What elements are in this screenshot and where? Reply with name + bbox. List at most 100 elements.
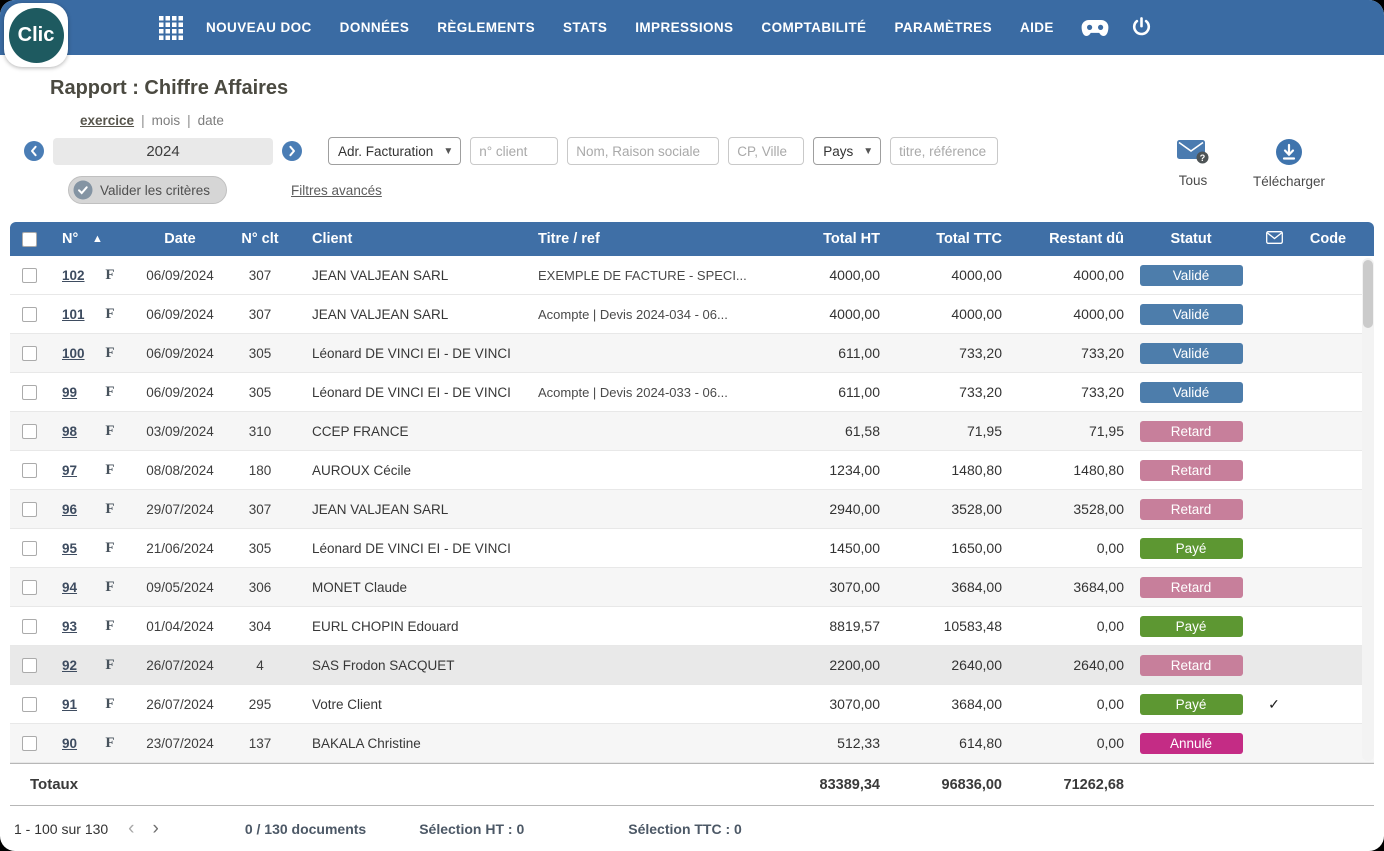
header-client-number[interactable]: N° clt: [232, 231, 288, 247]
client-number: 305: [232, 541, 288, 556]
total-ttc-value: 4000,00: [886, 267, 1008, 283]
invoice-number-link[interactable]: 100: [62, 346, 85, 361]
total-ht-value: 1234,00: [770, 462, 886, 478]
next-year-button[interactable]: [282, 141, 302, 161]
tab-date[interactable]: date: [198, 113, 224, 128]
table-row[interactable]: 101 F 06/09/2024 307 JEAN VALJEAN SARL A…: [10, 295, 1374, 334]
country-select[interactable]: Pays ▼: [813, 137, 881, 165]
table-row[interactable]: 90 F 23/07/2024 137 BAKALA Christine 512…: [10, 724, 1374, 763]
table-row[interactable]: 93 F 01/04/2024 304 EURL CHOPIN Edouard …: [10, 607, 1374, 646]
row-checkbox[interactable]: [22, 346, 37, 361]
row-checkbox[interactable]: [22, 424, 37, 439]
header-total-ttc[interactable]: Total TTC: [886, 231, 1008, 247]
header-code[interactable]: Code: [1296, 231, 1360, 247]
table-row[interactable]: 92 F 26/07/2024 4 SAS Frodon SACQUET 220…: [10, 646, 1374, 685]
table-row[interactable]: 94 F 09/05/2024 306 MONET Claude 3070,00…: [10, 568, 1374, 607]
header-remaining[interactable]: Restant dû: [1008, 231, 1130, 247]
row-checkbox[interactable]: [22, 463, 37, 478]
table-row[interactable]: 99 F 06/09/2024 305 Léonard DE VINCI EI …: [10, 373, 1374, 412]
client-number: 304: [232, 619, 288, 634]
menu-nouveau-doc[interactable]: NOUVEAU DOC: [206, 20, 312, 35]
header-mail-envelope-icon[interactable]: [1252, 231, 1296, 248]
advanced-filters-link[interactable]: Filtres avancés: [291, 183, 382, 198]
chevron-left-icon[interactable]: ‹: [128, 819, 134, 838]
row-checkbox[interactable]: [22, 502, 37, 517]
invoice-number-link[interactable]: 94: [62, 580, 77, 595]
invoice-type-icon: F: [92, 696, 128, 713]
row-checkbox[interactable]: [22, 268, 37, 283]
invoice-number-link[interactable]: 101: [62, 307, 85, 322]
row-checkbox[interactable]: [22, 736, 37, 751]
invoice-number-link[interactable]: 97: [62, 463, 77, 478]
tab-mois[interactable]: mois: [152, 113, 181, 128]
scrollbar-thumb[interactable]: [1363, 260, 1373, 328]
client-name-input[interactable]: [567, 137, 719, 165]
menu-donnees[interactable]: DONNÉES: [340, 20, 410, 35]
menu-aide[interactable]: AIDE: [1020, 20, 1054, 35]
validate-criteria-button[interactable]: Valider les critères: [68, 176, 227, 204]
table-row[interactable]: 91 F 26/07/2024 295 Votre Client 3070,00…: [10, 685, 1374, 724]
invoice-number-link[interactable]: 99: [62, 385, 77, 400]
header-number[interactable]: N°: [48, 231, 92, 247]
menu-stats[interactable]: STATS: [563, 20, 607, 35]
table-row[interactable]: 100 F 06/09/2024 305 Léonard DE VINCI EI…: [10, 334, 1374, 373]
row-checkbox[interactable]: [22, 541, 37, 556]
table-row[interactable]: 97 F 08/08/2024 180 AUROUX Cécile 1234,0…: [10, 451, 1374, 490]
tab-separator: |: [141, 113, 145, 128]
client-name: CCEP FRANCE: [288, 424, 514, 439]
invoice-number-link[interactable]: 102: [62, 268, 85, 283]
table-row[interactable]: 98 F 03/09/2024 310 CCEP FRANCE 61,58 71…: [10, 412, 1374, 451]
row-checkbox[interactable]: [22, 658, 37, 673]
header-status[interactable]: Statut: [1130, 231, 1252, 247]
header-total-ht[interactable]: Total HT: [770, 231, 886, 247]
row-checkbox[interactable]: [22, 385, 37, 400]
download-button[interactable]: Télécharger: [1244, 138, 1334, 189]
header-date[interactable]: Date: [128, 231, 232, 247]
filter-row: Adr. Facturation ▼ Pays ▼: [24, 137, 998, 165]
documents-count: 0 / 130 documents: [245, 821, 366, 837]
row-checkbox[interactable]: [22, 619, 37, 634]
invoice-number-link[interactable]: 93: [62, 619, 77, 634]
total-ht-value: 3070,00: [770, 579, 886, 595]
row-checkbox[interactable]: [22, 307, 37, 322]
mail-all-button[interactable]: ? Tous: [1160, 138, 1226, 188]
table-row[interactable]: 102 F 06/09/2024 307 JEAN VALJEAN SARL E…: [10, 256, 1374, 295]
status-badge: Payé: [1140, 616, 1243, 637]
header-title-ref[interactable]: Titre / ref: [514, 231, 770, 247]
header-client[interactable]: Client: [288, 231, 514, 247]
address-type-select[interactable]: Adr. Facturation ▼: [328, 137, 461, 165]
invoice-type-icon: F: [92, 540, 128, 557]
app-logo-button[interactable]: Clic: [9, 8, 64, 63]
menu-impressions[interactable]: IMPRESSIONS: [635, 20, 733, 35]
row-checkbox[interactable]: [22, 580, 37, 595]
invoice-number-link[interactable]: 95: [62, 541, 77, 556]
menu-reglements[interactable]: RÈGLEMENTS: [437, 20, 535, 35]
invoice-number-link[interactable]: 91: [62, 697, 77, 712]
year-input[interactable]: [53, 138, 273, 165]
table-row[interactable]: 96 F 29/07/2024 307 JEAN VALJEAN SARL 29…: [10, 490, 1374, 529]
city-input[interactable]: [728, 137, 804, 165]
select-all-checkbox[interactable]: [22, 232, 37, 247]
client-name: JEAN VALJEAN SARL: [288, 502, 514, 517]
invoice-number-link[interactable]: 92: [62, 658, 77, 673]
menu-parametres[interactable]: PARAMÈTRES: [894, 20, 992, 35]
gamepad-icon[interactable]: [1080, 18, 1110, 38]
chevron-right-icon[interactable]: ›: [153, 819, 159, 838]
invoice-number-link[interactable]: 96: [62, 502, 77, 517]
title-reference-input[interactable]: [890, 137, 998, 165]
previous-year-button[interactable]: [24, 141, 44, 161]
invoice-number-link[interactable]: 98: [62, 424, 77, 439]
status-badge: Payé: [1140, 538, 1243, 559]
menu-comptabilite[interactable]: COMPTABILITÉ: [761, 20, 866, 35]
tab-exercice[interactable]: exercice: [80, 113, 134, 128]
client-name: AUROUX Cécile: [288, 463, 514, 478]
sort-ascending-icon[interactable]: ▲: [92, 233, 128, 245]
client-number-input[interactable]: [470, 137, 558, 165]
row-checkbox[interactable]: [22, 697, 37, 712]
invoice-number-link[interactable]: 90: [62, 736, 77, 751]
apps-grid-icon[interactable]: [158, 15, 184, 41]
table-row[interactable]: 95 F 21/06/2024 305 Léonard DE VINCI EI …: [10, 529, 1374, 568]
power-icon[interactable]: [1130, 16, 1153, 39]
client-name: Votre Client: [288, 697, 514, 712]
remaining-due-value: 1480,80: [1008, 462, 1130, 478]
